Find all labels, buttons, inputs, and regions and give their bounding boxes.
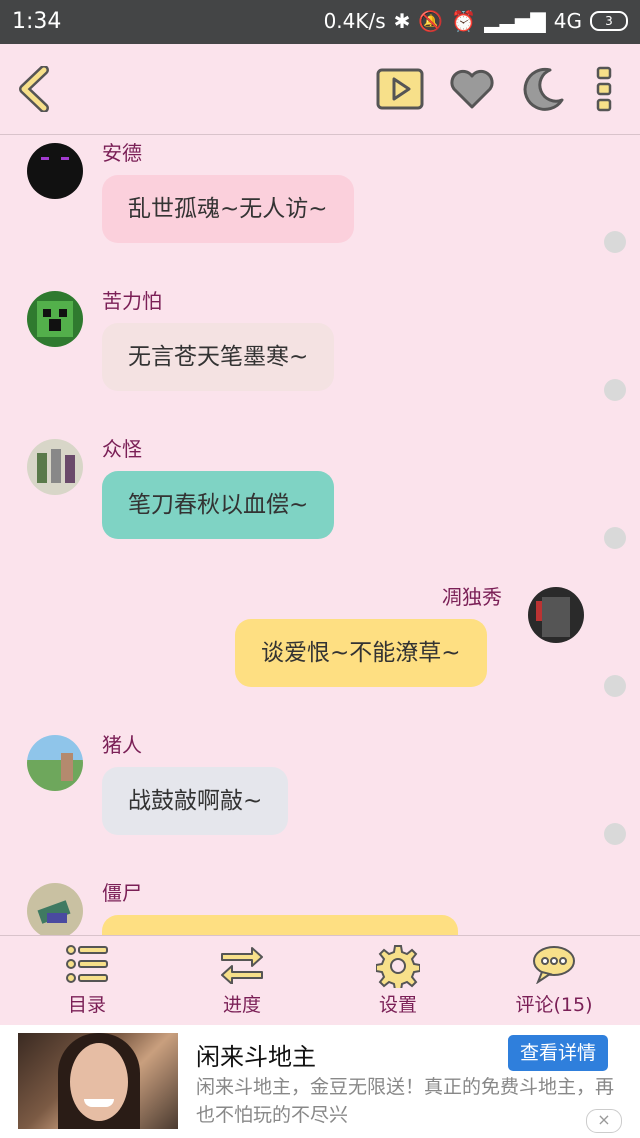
status-dot (604, 823, 626, 845)
status-dot (604, 527, 626, 549)
status-icons: 0.4K/s ✱ 🔕 ⏰ ▂▃▅▇ 4G 3 (324, 9, 628, 33)
close-icon[interactable]: × (586, 1109, 622, 1133)
status-dot (604, 379, 626, 401)
nav-settings-label: 设置 (378, 994, 417, 1016)
speaker-name: 苦力怕 (102, 289, 162, 313)
heart-icon[interactable] (449, 68, 495, 110)
message-bubble[interactable]: 谈爱恨~不能潦草~ (235, 619, 487, 687)
nav-progress[interactable]: 进度 (182, 936, 302, 1026)
avatar[interactable] (27, 291, 83, 347)
ad-thumbnail[interactable] (18, 1033, 178, 1129)
avatar[interactable] (27, 883, 83, 935)
speaker-name: 僵尸 (102, 881, 142, 905)
ad-details-button[interactable]: 查看详情 (508, 1035, 608, 1071)
battery-icon: 3 (590, 11, 628, 31)
avatar[interactable] (27, 735, 83, 791)
back-arrow-icon[interactable] (14, 66, 58, 112)
swap-arrows-icon (221, 947, 263, 984)
message-bubble[interactable] (102, 915, 458, 935)
ad-description: 闲来斗地主，金豆无限送！真正的免费斗地主，再也不怕玩的不尽兴 (196, 1076, 615, 1126)
bottom-nav: 目录 进度 设置 评论(15) (0, 935, 640, 1026)
status-time: 1:34 (12, 9, 62, 34)
nav-catalog-label: 目录 (67, 994, 106, 1016)
avatar[interactable] (528, 587, 584, 643)
message-bubble[interactable]: 无言苍天笔墨寒~ (102, 323, 335, 391)
status-dot (604, 675, 626, 697)
message-bubble[interactable]: 笔刀春秋以血偿~ (102, 471, 335, 539)
status-dot (604, 231, 626, 253)
list-icon (66, 945, 108, 983)
nav-progress-label: 进度 (222, 994, 261, 1016)
network-type: 4G (553, 9, 582, 33)
signal-icon: ▂▃▅▇ (484, 9, 546, 33)
gear-icon (376, 945, 420, 988)
status-bar: 1:34 0.4K/s ✱ 🔕 ⏰ ▂▃▅▇ 4G 3 (0, 0, 640, 44)
ad-banner[interactable]: 闲来斗地主 闲来斗地主，金豆无限送！真正的免费斗地主，再也不怕玩的不尽兴 查看详… (0, 1025, 640, 1138)
bluetooth-icon: ✱ (393, 9, 411, 33)
moon-icon[interactable] (520, 66, 566, 112)
alarm-icon: ⏰ (451, 9, 477, 33)
more-vertical-icon[interactable] (594, 66, 614, 112)
speaker-name: 凋独秀 (442, 585, 502, 609)
play-icon[interactable] (376, 68, 424, 110)
top-toolbar (0, 44, 640, 135)
speaker-name: 猪人 (102, 733, 142, 757)
avatar[interactable] (27, 439, 83, 495)
avatar[interactable] (27, 143, 83, 199)
network-speed: 0.4K/s (323, 9, 386, 33)
chat-area[interactable]: 安德 乱世孤魂~无人访~ 苦力怕 无言苍天笔墨寒~ 众怪 笔刀春秋以血偿~ 凋独… (0, 135, 640, 935)
speaker-name: 安德 (102, 141, 142, 165)
comment-bubble-icon (533, 946, 575, 984)
mute-bell-icon: 🔕 (418, 9, 444, 33)
nav-catalog[interactable]: 目录 (27, 936, 147, 1026)
nav-comments[interactable]: 评论(15) (494, 936, 614, 1026)
speaker-name: 众怪 (102, 437, 142, 461)
nav-settings[interactable]: 设置 (338, 936, 458, 1026)
message-bubble[interactable]: 战鼓敲啊敲~ (102, 767, 289, 835)
ad-title: 闲来斗地主 (196, 1043, 316, 1071)
nav-comments-label: 评论(15) (515, 994, 593, 1016)
message-bubble[interactable]: 乱世孤魂~无人访~ (102, 175, 354, 243)
